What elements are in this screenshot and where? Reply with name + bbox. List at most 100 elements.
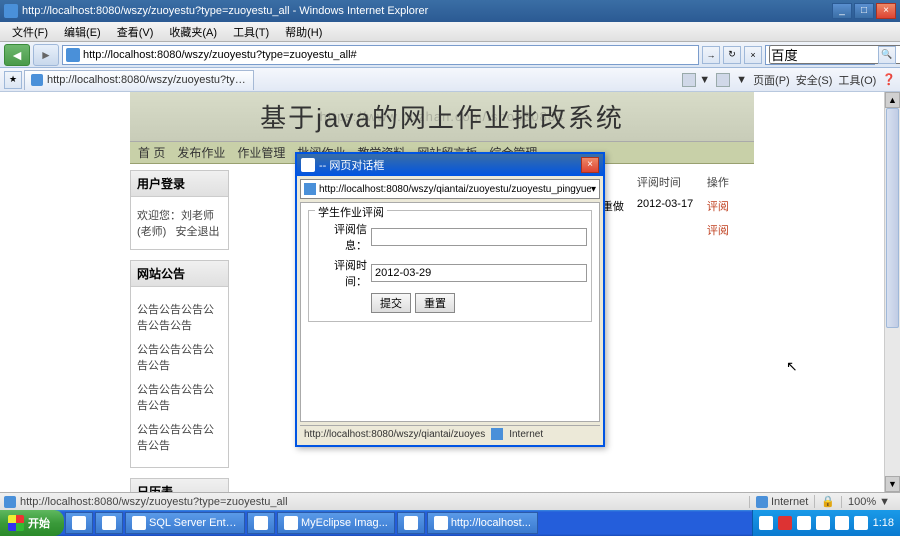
start-button[interactable]: 开始 (0, 510, 64, 536)
notice-line[interactable]: 公告公告公告公告公告 (137, 417, 222, 457)
statusbar: http://localhost:8080/wszy/zuoyestu?type… (0, 492, 900, 510)
ie-icon (4, 4, 18, 18)
dialog-close[interactable]: × (581, 157, 599, 173)
nav-home[interactable]: 首 页 (138, 144, 165, 161)
print-button[interactable]: ▼ (736, 72, 747, 88)
dialog-statusbar: http://localhost:8080/wszy/qiantai/zuoye… (300, 425, 600, 442)
dialog-url-input[interactable] (319, 184, 591, 195)
home-button[interactable]: ▼ (682, 72, 710, 88)
tray-icon[interactable] (854, 516, 868, 530)
tray-icon[interactable] (835, 516, 849, 530)
app-icon (404, 516, 418, 530)
navbar: ◄ ► → ↻ × 🔍 (0, 42, 900, 68)
menu-edit[interactable]: 编辑(E) (56, 24, 109, 40)
app-icon (254, 516, 268, 530)
tray-icon[interactable] (816, 516, 830, 530)
notice-line[interactable]: 公告公告公告公告公告公告 (137, 297, 222, 337)
taskbar-item[interactable]: MyEclipse Imag... (277, 512, 395, 534)
tools-menu[interactable]: 工具(O) (838, 72, 876, 88)
go-button[interactable]: → (702, 46, 720, 64)
submit-button[interactable]: 提交 (371, 293, 411, 313)
col-time: 评阅时间 (637, 174, 707, 190)
form-group: 学生作业评阅 评阅信息： 评阅时间： 提交 重置 (308, 210, 592, 322)
scroll-track[interactable] (885, 108, 900, 476)
protected-mode[interactable]: 🔒 (814, 495, 841, 508)
help-button[interactable]: ❓ (882, 72, 896, 88)
menu-file[interactable]: 文件(F) (4, 24, 56, 40)
favorites-icon[interactable]: ★ (4, 71, 22, 89)
forward-button[interactable]: ► (33, 44, 59, 66)
taskbar-item[interactable]: SQL Server Enter... (125, 512, 245, 534)
feed-button[interactable] (716, 72, 730, 88)
nav-manage[interactable]: 作业管理 (237, 144, 285, 161)
tabbar: ★ http://localhost:8080/wszy/zuoyestu?ty… (0, 68, 900, 92)
review-link[interactable]: 评阅 (707, 222, 747, 238)
dialog-icon (301, 158, 315, 172)
page-menu[interactable]: 页面(P) (753, 72, 790, 88)
reset-button[interactable]: 重置 (415, 293, 455, 313)
form-legend: 学生作业评阅 (315, 204, 387, 220)
notice-title: 网站公告 (131, 261, 228, 287)
scroll-up-button[interactable]: ▲ (885, 92, 900, 108)
menu-favorites[interactable]: 收藏夹(A) (161, 24, 225, 40)
status-url: http://localhost:8080/wszy/zuoyestu?type… (20, 496, 288, 508)
menu-tools[interactable]: 工具(T) (225, 24, 277, 40)
address-bar[interactable] (62, 45, 699, 65)
refresh-button[interactable]: ↻ (723, 46, 741, 64)
dialog-status-zone: Internet (509, 429, 543, 440)
col-action: 操作 (707, 174, 747, 190)
login-panel: 用户登录 欢迎您：刘老师(老师) 安全退出 (130, 170, 229, 250)
clock[interactable]: 1:18 (873, 517, 894, 529)
dialog-dropdown-icon[interactable]: ▾ (591, 184, 596, 195)
search-bar[interactable] (765, 45, 875, 65)
status-zone[interactable]: Internet (749, 496, 814, 508)
input-review-info[interactable] (371, 228, 587, 246)
nav-publish[interactable]: 发布作业 (177, 144, 225, 161)
window-maximize[interactable]: □ (854, 3, 874, 19)
safety-menu[interactable]: 安全(S) (796, 72, 833, 88)
menu-help[interactable]: 帮助(H) (277, 24, 330, 40)
quicklaunch-item[interactable] (65, 512, 93, 534)
review-link[interactable]: 评阅 (707, 198, 747, 214)
input-review-time[interactable] (371, 264, 587, 282)
home-icon (682, 73, 696, 87)
tray-icon[interactable] (797, 516, 811, 530)
system-tray[interactable]: 1:18 (752, 510, 900, 536)
address-input[interactable] (83, 49, 695, 61)
menu-view[interactable]: 查看(V) (109, 24, 162, 40)
start-label: 开始 (28, 515, 50, 531)
tray-icon[interactable] (778, 516, 792, 530)
window-close[interactable]: × (876, 3, 896, 19)
windows-flag-icon (8, 515, 24, 531)
logout-link[interactable]: 安全退出 (176, 226, 220, 238)
tray-icon[interactable] (759, 516, 773, 530)
windows-taskbar: 开始 SQL Server Enter... MyEclipse Imag...… (0, 510, 900, 536)
cell-time (637, 222, 707, 238)
back-button[interactable]: ◄ (4, 44, 30, 66)
scroll-thumb[interactable] (886, 108, 899, 328)
page-content: 基于java的网上作业批改系统 https://www.huzhan.com/i… (0, 92, 884, 492)
taskbar-item[interactable]: http://localhost... (427, 512, 538, 534)
vertical-scrollbar[interactable]: ▲ ▼ (884, 92, 900, 492)
cell-time: 2012-03-17 (637, 198, 707, 214)
notice-line[interactable]: 公告公告公告公告公告 (137, 337, 222, 377)
taskbar-item[interactable] (247, 512, 275, 534)
sidebar: 用户登录 欢迎您：刘老师(老师) 安全退出 网站公告 公告公告公告公告公告公告 … (130, 170, 229, 492)
internet-zone-icon (491, 428, 503, 440)
dialog-titlebar[interactable]: -- 网页对话框 × (297, 154, 603, 176)
window-minimize[interactable]: _ (832, 3, 852, 19)
scroll-down-button[interactable]: ▼ (885, 476, 900, 492)
notice-line[interactable]: 公告公告公告公告公告 (137, 377, 222, 417)
search-button[interactable]: 🔍 (878, 46, 896, 64)
watermark: https://www.huzhan.com/ishop30884 (320, 109, 565, 124)
quicklaunch-item[interactable] (95, 512, 123, 534)
login-title: 用户登录 (131, 171, 228, 197)
dialog-address: ▾ (300, 179, 600, 199)
stop-button[interactable]: × (744, 46, 762, 64)
zoom-level[interactable]: 100% ▼ (841, 496, 896, 508)
notice-panel: 网站公告 公告公告公告公告公告公告 公告公告公告公告公告 公告公告公告公告公告 … (130, 260, 229, 468)
taskbar-item[interactable] (397, 512, 425, 534)
browser-tab[interactable]: http://localhost:8080/wszy/zuoyestu?type… (24, 70, 254, 90)
mouse-cursor-icon: ↖ (786, 358, 798, 375)
menubar: 文件(F) 编辑(E) 查看(V) 收藏夹(A) 工具(T) 帮助(H) (0, 22, 900, 42)
